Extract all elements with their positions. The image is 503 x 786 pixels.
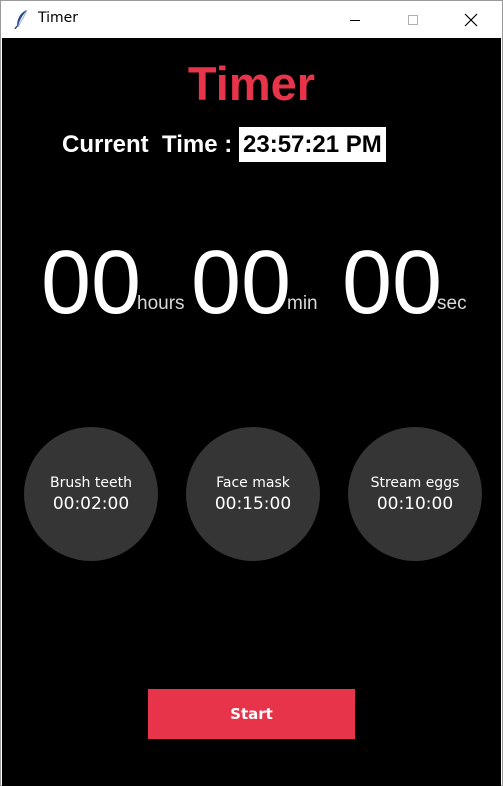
maximize-button[interactable]	[390, 1, 436, 38]
title-bar[interactable]: Timer	[1, 1, 502, 38]
page-title: Timer	[187, 57, 316, 110]
minutes-display: 00	[191, 233, 292, 333]
hours-unit-label: hours	[137, 293, 185, 314]
current-time-value: 23:57:21 PM	[239, 127, 386, 162]
seconds-unit-label: sec	[437, 293, 467, 314]
preset-brush-teeth-button[interactable]: Brush teeth 00:02:00	[24, 427, 158, 561]
hours-display: 00	[41, 233, 142, 333]
preset-name: Brush teeth	[50, 474, 132, 491]
minimize-button[interactable]	[332, 1, 378, 38]
window-title: Timer	[38, 10, 79, 26]
preset-duration: 00:02:00	[52, 493, 130, 514]
timer-window: Timer Timer Current Time : 23:57:21 PM 0…	[0, 0, 503, 786]
preset-name: Stream eggs	[370, 474, 460, 491]
minutes-unit-label: min	[287, 293, 318, 314]
start-button[interactable]: Start	[148, 689, 355, 739]
preset-duration: 00:10:00	[376, 493, 454, 514]
preset-duration: 00:15:00	[214, 493, 292, 514]
timer-content: Timer Current Time : 23:57:21 PM 00 hour…	[2, 38, 501, 786]
current-time-label: Current Time :	[62, 131, 233, 158]
close-icon	[464, 13, 478, 27]
close-button[interactable]	[448, 1, 494, 38]
preset-stream-eggs-button[interactable]: Stream eggs 00:10:00	[348, 427, 482, 561]
maximize-icon	[407, 14, 419, 26]
minimize-icon	[349, 14, 361, 26]
preset-name: Face mask	[216, 474, 290, 491]
feather-icon	[13, 9, 31, 30]
seconds-display: 00	[342, 233, 443, 333]
preset-face-mask-button[interactable]: Face mask 00:15:00	[186, 427, 320, 561]
